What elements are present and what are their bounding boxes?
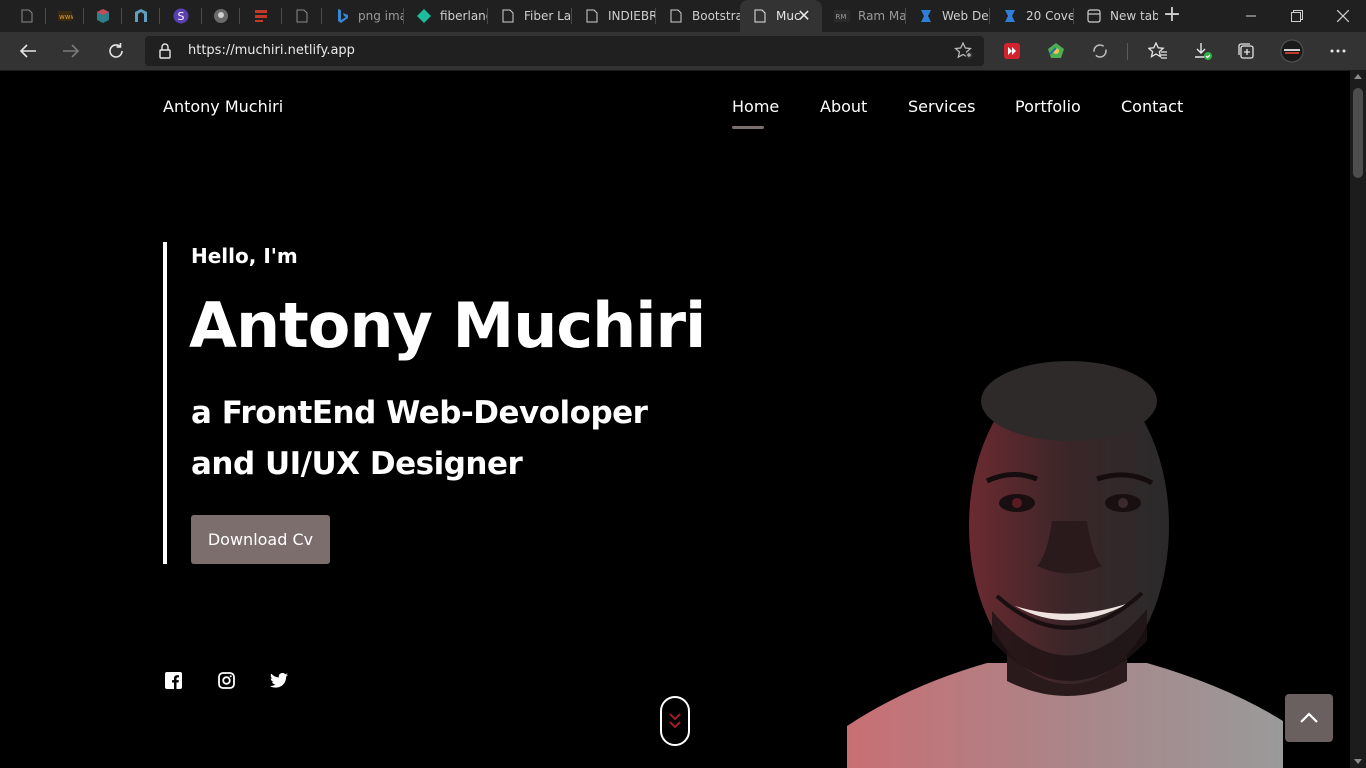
hero-role-line2: and UI/UX Designer	[191, 446, 523, 482]
tab-title: Bootstra	[692, 9, 740, 23]
restore-button[interactable]	[1274, 0, 1320, 32]
hero-role-line1: a FrontEnd Web-Devoloper	[191, 395, 648, 431]
browser-tab[interactable]	[282, 0, 322, 32]
portrait-photo	[847, 361, 1283, 768]
site-icon	[213, 8, 229, 24]
tab-strip: www S png ima fiberland Fiber Lar INDIEB…	[0, 0, 1366, 32]
page-icon	[668, 8, 684, 24]
url-text[interactable]: https://muchiri.netlify.app	[188, 43, 355, 58]
rm-icon: RM	[834, 8, 850, 24]
browser-tab[interactable]	[84, 0, 122, 32]
downloads-icon[interactable]	[1188, 36, 1218, 66]
close-window-button[interactable]	[1320, 0, 1366, 32]
forward-button[interactable]	[56, 36, 86, 66]
extension-icon[interactable]	[1041, 36, 1071, 66]
site-icon: www	[57, 8, 73, 24]
sync-icon[interactable]	[1085, 36, 1115, 66]
cube-icon	[95, 8, 111, 24]
browser-tab[interactable]: png ima	[322, 0, 404, 32]
new-tab-button[interactable]: +	[1160, 4, 1184, 28]
scroll-down-arrow[interactable]	[1354, 759, 1362, 764]
browser-tab[interactable]	[240, 0, 282, 32]
chevron-up-icon	[1300, 712, 1318, 723]
refresh-button[interactable]	[101, 36, 131, 66]
hero-name: Antony Muchiri	[189, 289, 706, 362]
browser-tab[interactable]	[8, 0, 46, 32]
instagram-icon[interactable]	[216, 670, 236, 690]
collections-icon[interactable]	[1231, 36, 1261, 66]
scrollbar-thumb[interactable]	[1353, 88, 1363, 178]
back-button[interactable]	[13, 36, 43, 66]
tab-title: 20 Cove	[1026, 9, 1074, 23]
twitter-icon[interactable]	[269, 670, 289, 690]
download-cv-button[interactable]: Download Cv	[191, 515, 330, 564]
lock-icon[interactable]	[159, 43, 171, 63]
browser-tab[interactable]: fiberland	[404, 0, 488, 32]
page-icon	[500, 8, 516, 24]
tab-title: Web De	[942, 9, 989, 23]
browser-tab[interactable]: RM Ram Ma	[822, 0, 906, 32]
facebook-icon[interactable]	[163, 670, 183, 690]
s-logo-icon: S	[173, 8, 189, 24]
page-icon	[294, 8, 310, 24]
page-scrollbar[interactable]	[1350, 71, 1366, 768]
page-icon	[584, 8, 600, 24]
profile-icon[interactable]	[1277, 36, 1307, 66]
nav-home[interactable]: Home	[732, 97, 779, 129]
nav-contact[interactable]: Contact	[1121, 97, 1183, 116]
site-icon	[133, 8, 149, 24]
page-viewport: Antony Muchiri Home About Services Portf…	[0, 71, 1350, 768]
svg-text:RM: RM	[836, 13, 847, 21]
bookmark-icon	[1002, 8, 1018, 24]
browser-tab[interactable]: INDIEBR	[572, 0, 656, 32]
hero-accent-bar	[163, 242, 167, 564]
bookmark-icon	[918, 8, 934, 24]
browser-tab[interactable]: Fiber Lar	[488, 0, 572, 32]
nav-portfolio[interactable]: Portfolio	[1015, 97, 1081, 116]
svg-text:www: www	[59, 13, 73, 21]
tab-title: New tab	[1110, 9, 1158, 23]
page-icon	[19, 8, 35, 24]
tab-title: Fiber Lar	[524, 9, 572, 23]
newtab-icon	[1086, 8, 1102, 24]
tab-title: fiberland	[440, 9, 488, 23]
brand-logo[interactable]: Antony Muchiri	[163, 97, 283, 116]
browser-tab[interactable]: Bootstra	[656, 0, 740, 32]
browser-tab[interactable]: www	[46, 0, 84, 32]
hero-greeting: Hello, I'm	[191, 244, 298, 268]
browser-tab-active[interactable]: Muc ✕	[740, 0, 822, 32]
svg-text:S: S	[178, 10, 185, 23]
browser-tab[interactable]: New tab	[1074, 0, 1158, 32]
browser-tab[interactable]	[202, 0, 240, 32]
site-icon	[253, 8, 269, 24]
scroll-up-arrow[interactable]	[1354, 74, 1362, 79]
more-icon[interactable]	[1323, 36, 1353, 66]
toolbar-divider	[1127, 43, 1128, 60]
address-bar[interactable]: https://muchiri.netlify.app	[145, 36, 984, 66]
page-icon	[752, 8, 768, 24]
back-to-top-button[interactable]	[1285, 694, 1333, 742]
tab-title: Ram Ma	[858, 9, 906, 23]
browser-tab[interactable]: 20 Cove	[990, 0, 1074, 32]
browser-tab[interactable]	[122, 0, 160, 32]
scroll-down-button[interactable]	[660, 696, 690, 746]
tab-title: png ima	[358, 9, 404, 23]
add-favorite-icon[interactable]	[954, 41, 974, 64]
extension-icon[interactable]	[997, 36, 1027, 66]
browser-tab[interactable]: S	[160, 0, 202, 32]
address-toolbar: https://muchiri.netlify.app	[0, 32, 1366, 71]
bing-icon	[334, 8, 350, 24]
tab-title: INDIEBR	[608, 9, 656, 23]
chevron-down-icon	[669, 713, 681, 729]
nav-about[interactable]: About	[820, 97, 867, 116]
nav-services[interactable]: Services	[908, 97, 975, 116]
minimize-button[interactable]	[1228, 0, 1274, 32]
favorites-icon[interactable]	[1143, 36, 1173, 66]
diamond-icon	[416, 8, 432, 24]
close-tab-icon[interactable]: ✕	[796, 8, 812, 24]
browser-tab[interactable]: Web De	[906, 0, 990, 32]
